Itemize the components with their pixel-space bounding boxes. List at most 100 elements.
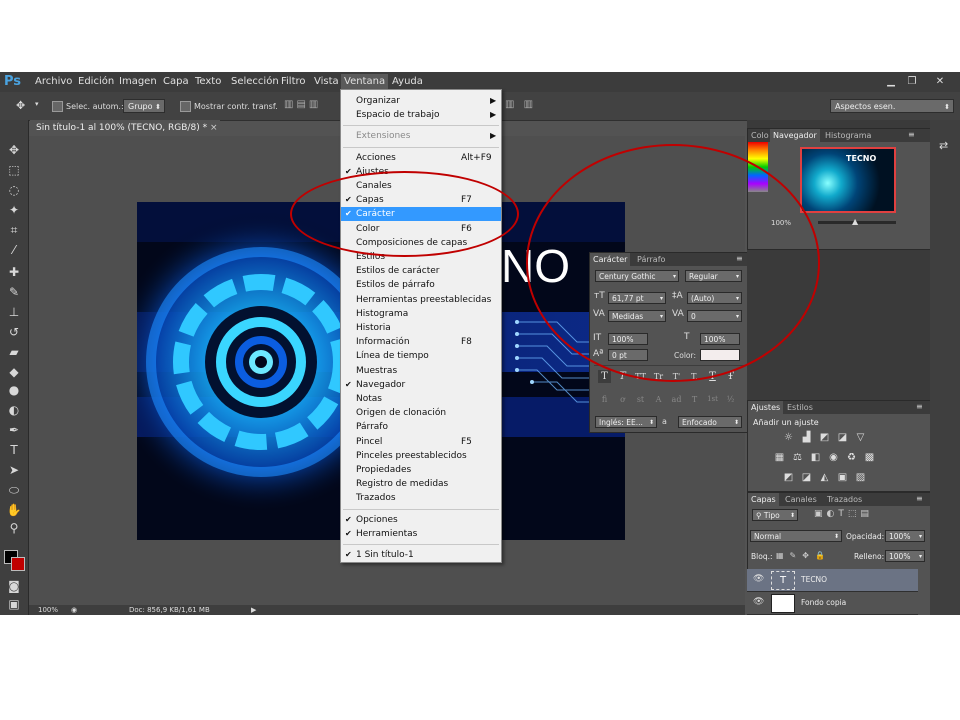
posterize-icon[interactable]: ◪ xyxy=(800,472,813,484)
auto-select-checkbox[interactable] xyxy=(52,101,63,112)
menu-seleccion[interactable]: Selección xyxy=(231,76,279,87)
marquee-tool-icon[interactable]: ⬚ xyxy=(6,162,22,178)
curves-icon[interactable]: ◩ xyxy=(818,432,831,444)
titling-alternates-button[interactable]: ad xyxy=(670,393,683,406)
vibrance-icon[interactable]: ▽ xyxy=(854,432,867,444)
opacity-field[interactable]: 100% ▾ xyxy=(885,530,925,542)
hue-saturation-icon[interactable]: ▦ xyxy=(773,452,786,464)
faux-bold-button[interactable]: T xyxy=(598,370,611,383)
workspace-select[interactable]: Aspectos esen. ⬍ xyxy=(830,99,954,113)
gradient-map-icon[interactable]: ▣ xyxy=(836,472,849,484)
menu-item-estilos-de-carácter[interactable]: Estilos de carácter xyxy=(341,264,501,278)
minimize-button[interactable]: ▁ xyxy=(884,75,898,88)
slider-handle-icon[interactable]: ▲ xyxy=(852,217,858,226)
exposure-icon[interactable]: ◪ xyxy=(836,432,849,444)
black-white-icon[interactable]: ◧ xyxy=(809,452,822,464)
menu-item-espacio-de-trabajo[interactable]: Espacio de trabajo ▶ xyxy=(341,108,501,122)
tab-histogram[interactable]: Histograma xyxy=(822,129,874,142)
menu-item-1-sin-título-1[interactable]: ✔ 1 Sin título-1 xyxy=(341,548,501,562)
history-brush-tool-icon[interactable]: ↺ xyxy=(6,324,22,340)
menu-item-información[interactable]: Información F8 xyxy=(341,335,501,349)
color-balance-icon[interactable]: ⚖ xyxy=(791,452,804,464)
status-options-icon[interactable]: ◉ xyxy=(71,605,77,615)
move-tool-icon[interactable]: ✥ xyxy=(16,99,25,112)
tab-navigator[interactable]: Navegador xyxy=(770,129,820,142)
menu-item-acciones[interactable]: Acciones Alt+F9 xyxy=(341,151,501,165)
hand-tool-icon[interactable]: ✋ xyxy=(6,502,22,518)
menu-item-histograma[interactable]: Histograma xyxy=(341,307,501,321)
menu-item-historia[interactable]: Historia xyxy=(341,321,501,335)
menu-ventana[interactable]: Ventana xyxy=(341,74,389,90)
menu-item-opciones[interactable]: ✔ Opciones xyxy=(341,513,501,527)
menu-item-navegador[interactable]: ✔ Navegador xyxy=(341,378,501,392)
layer-row-fondo-copia[interactable]: 👁 Fondo copia xyxy=(747,592,918,615)
align-icons[interactable]: ▥▤▥ xyxy=(284,99,321,110)
blur-tool-icon[interactable]: ● xyxy=(6,382,22,398)
screen-mode-icon[interactable]: ▣ xyxy=(6,596,22,612)
panel-menu-icon[interactable]: ≡ xyxy=(916,402,923,411)
invert-icon[interactable]: ◩ xyxy=(782,472,795,484)
lasso-tool-icon[interactable]: ◌ xyxy=(6,182,22,198)
channel-mixer-icon[interactable]: ♻ xyxy=(845,452,858,464)
eraser-tool-icon[interactable]: ▰ xyxy=(6,344,22,360)
auto-select-group-select[interactable]: Grupo ⬍ xyxy=(123,99,165,113)
ligatures-button[interactable]: fi xyxy=(598,393,611,406)
show-transform-checkbox[interactable] xyxy=(180,101,191,112)
language-select[interactable]: Inglés: EE... ⬍ xyxy=(595,416,657,428)
fractions-button[interactable]: ½ xyxy=(724,393,737,406)
shape-tool-icon[interactable]: ⬭ xyxy=(6,482,22,498)
history-panel-icon[interactable]: ⇄ xyxy=(939,139,948,152)
photo-filter-icon[interactable]: ◉ xyxy=(827,452,840,464)
tab-adjustments[interactable]: Ajustes xyxy=(748,401,784,414)
ordinals-button[interactable]: T xyxy=(688,393,701,406)
blend-mode-select[interactable]: Normal ⬍ xyxy=(750,530,842,542)
tab-layers[interactable]: Capas xyxy=(748,493,779,506)
menu-capa[interactable]: Capa xyxy=(163,76,189,87)
swash-button[interactable]: st xyxy=(634,393,647,406)
panel-menu-icon[interactable]: ≡ xyxy=(908,130,915,139)
distribute-icons[interactable]: ▥ ▥ xyxy=(505,99,536,110)
pen-tool-icon[interactable]: ✒ xyxy=(6,422,22,438)
move-tool-icon[interactable]: ✥ xyxy=(6,142,22,158)
brush-tool-icon[interactable]: ✎ xyxy=(6,284,22,300)
background-color-swatch[interactable] xyxy=(11,557,25,571)
menu-texto[interactable]: Texto xyxy=(195,76,221,87)
selective-color-icon[interactable]: ▨ xyxy=(854,472,867,484)
document-tab[interactable]: Sin título-1 al 100% (TECNO, RGB/8) * xyxy=(30,120,220,136)
layer-filter-icons[interactable]: ▣◐T⬚▤ xyxy=(814,509,873,519)
menu-vista[interactable]: Vista xyxy=(314,76,339,87)
levels-icon[interactable]: ▟ xyxy=(800,432,813,444)
quick-mask-icon[interactable]: ◙ xyxy=(6,578,22,594)
menu-item-párrafo[interactable]: Párrafo xyxy=(341,420,501,434)
type-tool-icon[interactable]: T xyxy=(6,442,22,458)
tool-preset-arrow-icon[interactable]: ▾ xyxy=(35,100,39,108)
fill-field[interactable]: 100% ▾ xyxy=(885,550,925,562)
eye-icon[interactable]: 👁 xyxy=(753,597,764,607)
menu-item-pinceles-preestablecidos[interactable]: Pinceles preestablecidos xyxy=(341,449,501,463)
menu-item-origen-de-clonación[interactable]: Origen de clonación xyxy=(341,406,501,420)
crop-tool-icon[interactable]: ⌗ xyxy=(6,222,22,238)
path-selection-tool-icon[interactable]: ➤ xyxy=(6,462,22,478)
menu-filtro[interactable]: Filtro xyxy=(281,76,306,87)
menu-item-notas[interactable]: Notas xyxy=(341,392,501,406)
layer-row-tecno[interactable]: 👁 T TECNO xyxy=(747,569,918,592)
menu-ayuda[interactable]: Ayuda xyxy=(392,76,423,87)
tab-color[interactable]: Colo xyxy=(748,129,772,142)
layer-filter-select[interactable]: ⚲ Tipo ⬍ xyxy=(752,509,798,521)
zoom-tool-icon[interactable]: ⚲ xyxy=(6,520,22,536)
navigator-preview[interactable]: TECNO xyxy=(800,147,896,213)
menu-item-estilos-de-párrafo[interactable]: Estilos de párrafo xyxy=(341,278,501,292)
eye-icon[interactable]: 👁 xyxy=(753,574,764,584)
panel-menu-icon[interactable]: ≡ xyxy=(916,494,923,503)
restore-button[interactable]: ❐ xyxy=(905,75,919,88)
tab-paths[interactable]: Trazados xyxy=(824,493,865,506)
threshold-icon[interactable]: ◭ xyxy=(818,472,831,484)
fractions-st-button[interactable]: 1st xyxy=(706,393,719,406)
stylistic-alternates-button[interactable]: A xyxy=(652,393,665,406)
dodge-tool-icon[interactable]: ◐ xyxy=(6,402,22,418)
healing-brush-tool-icon[interactable]: ✚ xyxy=(6,264,22,280)
magic-wand-tool-icon[interactable]: ✦ xyxy=(6,202,22,218)
menu-edicion[interactable]: Edición xyxy=(78,76,114,87)
color-lookup-icon[interactable]: ▩ xyxy=(863,452,876,464)
zoom-level[interactable]: 100% xyxy=(38,605,58,615)
